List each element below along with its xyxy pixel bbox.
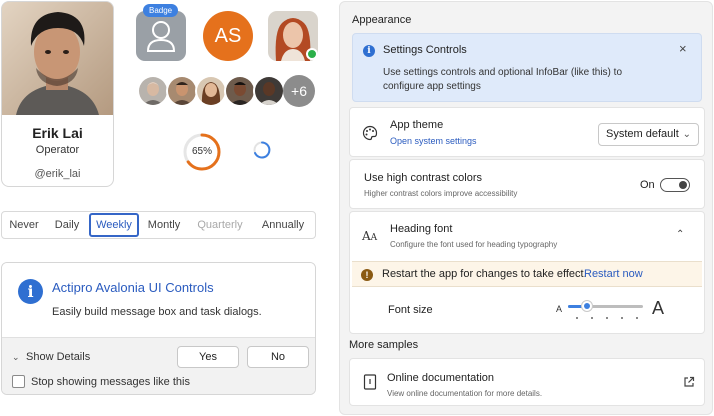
profile-handle: @erik_lai (34, 168, 81, 180)
close-icon[interactable]: × (679, 41, 687, 56)
slider-tick (591, 317, 593, 319)
segment-never[interactable]: Never (2, 212, 46, 238)
chevron-down-icon: ⌄ (682, 129, 691, 140)
profile-photo (2, 2, 113, 115)
open-system-settings-link[interactable]: Open system settings (390, 136, 477, 146)
info-icon: i (363, 45, 375, 57)
badge: Badge (143, 4, 179, 17)
show-details-toggle[interactable]: ⌄ Show Details (12, 351, 90, 363)
profile-name: Erik Lai (32, 125, 83, 141)
group-avatar[interactable] (253, 75, 285, 107)
app-theme-select[interactable]: System default ⌄ (598, 123, 699, 146)
warning-icon: ! (361, 269, 373, 281)
chevron-down-icon: ⌄ (12, 352, 20, 362)
restart-warning-bar: ! Restart the app for changes to take ef… (352, 261, 702, 287)
external-link-icon[interactable] (683, 376, 695, 388)
infobar-line-2: configure app settings (383, 81, 481, 92)
high-contrast-title: Use high contrast colors (364, 172, 482, 184)
progress-value: 65% (191, 146, 212, 157)
presence-indicator (306, 48, 318, 60)
avatar-placeholder[interactable] (136, 11, 186, 61)
font-size-slider[interactable] (568, 305, 643, 308)
group-avatar[interactable] (224, 75, 256, 107)
profile-card: Erik Lai Operator @erik_lai (1, 1, 114, 187)
segment-weekly[interactable]: Weekly (89, 213, 139, 237)
no-button[interactable]: No (247, 346, 309, 368)
font-size-large-label: A (652, 298, 665, 318)
stop-showing-label: Stop showing messages like this (31, 376, 190, 388)
palette-icon (362, 125, 378, 141)
infobar-title: Settings Controls (383, 44, 467, 56)
app-theme-title: App theme (390, 119, 444, 131)
message-body: Easily build message box and task dialog… (52, 306, 262, 318)
segment-montly[interactable]: Montly (140, 212, 188, 238)
yes-button[interactable]: Yes (177, 346, 239, 368)
app-theme-value: System default (606, 128, 679, 140)
busy-indicator (253, 141, 271, 159)
settings-infobar: i Settings Controls Use settings control… (352, 33, 702, 102)
settings-panel: Appearance i Settings Controls Use setti… (339, 1, 713, 415)
group-avatar[interactable] (166, 75, 198, 107)
avatar-initials[interactable]: AS (203, 11, 253, 61)
stop-showing-checkbox[interactable] (12, 375, 25, 388)
chevron-up-icon[interactable]: ⌃ (676, 229, 684, 240)
toggle-state-label: On (640, 179, 655, 191)
slider-tick (621, 317, 623, 319)
high-contrast-toggle[interactable] (660, 178, 690, 192)
group-overflow-count[interactable]: +6 (283, 75, 315, 107)
group-avatar[interactable] (137, 75, 169, 107)
slider-tick (636, 317, 638, 319)
message-title: Actipro Avalonia UI Controls (52, 280, 214, 295)
infobar-line-1: Use settings controls and optional InfoB… (383, 67, 623, 78)
slider-thumb[interactable] (580, 300, 593, 312)
heading-font-title: Heading font (390, 223, 453, 235)
segment-daily[interactable]: Daily (46, 212, 88, 238)
person-icon (146, 21, 176, 52)
appearance-heading: Appearance (352, 14, 412, 26)
slider-tick (576, 317, 578, 319)
online-docs-desc: View online documentation for more detai… (387, 389, 543, 398)
restart-now-link[interactable]: Restart now (584, 268, 643, 280)
book-icon (363, 374, 377, 390)
restart-warning-text: Restart the app for changes to take effe… (382, 268, 587, 280)
message-dialog: i Actipro Avalonia UI Controls Easily bu… (1, 262, 316, 395)
show-details-label: Show Details (26, 351, 91, 363)
high-contrast-card: Use high contrast colors Higher contrast… (349, 159, 705, 209)
segment-quarterly: Quarterly (197, 219, 243, 231)
profile-role: Operator (35, 144, 80, 156)
heading-font-desc: Configure the font used for heading typo… (390, 240, 558, 249)
toggle-knob (679, 181, 687, 189)
high-contrast-desc: Higher contrast colors improve accessibi… (364, 189, 518, 198)
more-samples-heading: More samples (349, 339, 419, 351)
frequency-segmented-control: Never Daily Weekly Montly Quarterly Annu… (1, 211, 316, 239)
app-theme-card: App theme Open system settings System de… (349, 107, 705, 157)
group-avatar[interactable] (195, 75, 227, 107)
online-docs-card[interactable]: Online documentation View online documen… (349, 358, 705, 406)
font-size-small-label: A (556, 304, 563, 314)
font-size-label: Font size (388, 304, 433, 316)
online-docs-title: Online documentation (387, 372, 495, 384)
info-icon: i (18, 279, 43, 304)
font-icon: AA (362, 229, 378, 243)
slider-tick (606, 317, 608, 319)
segment-annually[interactable]: Annually (252, 212, 314, 238)
